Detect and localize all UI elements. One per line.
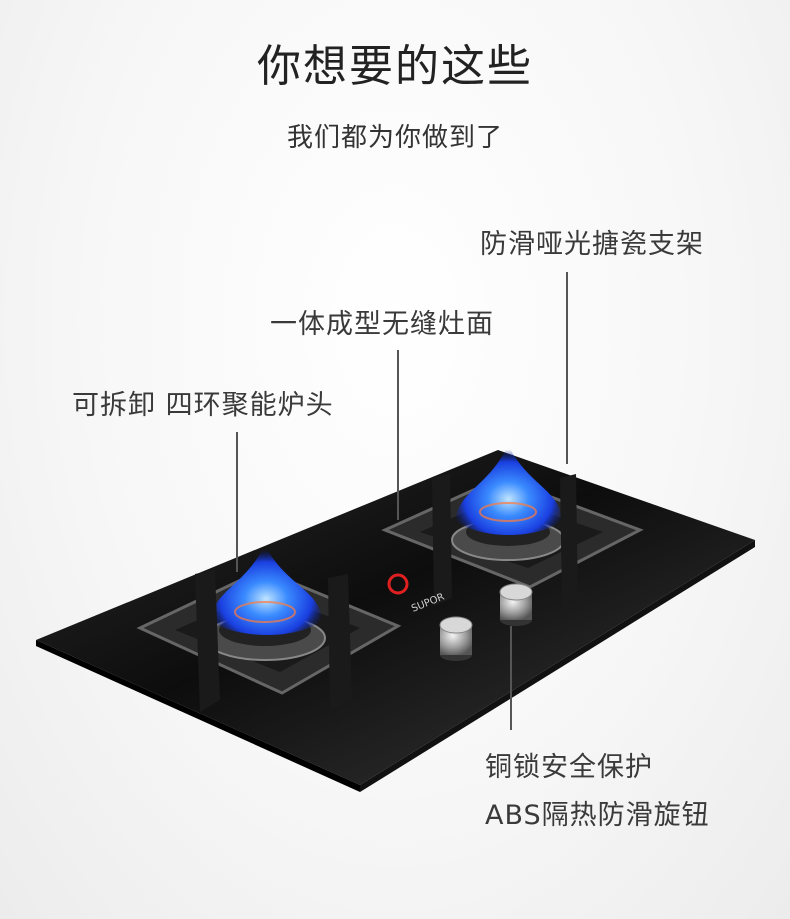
- callout-knob-line1: 铜锁安全保护: [485, 752, 653, 783]
- right-knob[interactable]: [499, 583, 533, 626]
- leader-line-bracket: [566, 272, 568, 464]
- page-subtitle: 我们都为你做到了: [286, 123, 503, 153]
- callout-knob-line2: ABS隔热防滑旋钮: [485, 800, 710, 831]
- glass-panel: [36, 450, 755, 785]
- callout-surface: 一体成型无缝灶面: [270, 309, 494, 340]
- product-feature-page: SUPOR 你想要的这些 我们都为你做到了 防滑哑光搪瓷支架 一体成型无缝灶面 …: [0, 0, 790, 919]
- callout-bracket: 防滑哑光搪瓷支架: [480, 229, 704, 260]
- leader-line-burner: [236, 432, 238, 572]
- leader-line-surface: [397, 350, 399, 520]
- page-title: 你想要的这些: [257, 41, 533, 92]
- left-knob[interactable]: [439, 616, 473, 661]
- leader-line-knob: [510, 626, 512, 730]
- callout-burner: 可拆卸 四环聚能炉头: [72, 390, 334, 421]
